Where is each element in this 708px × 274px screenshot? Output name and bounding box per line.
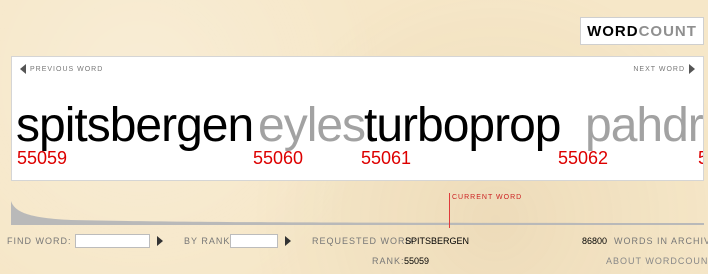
word-panel: PREVIOUS WORD NEXT WORD spitsbergen 5505… <box>11 56 704 181</box>
controls-bar: FIND WORD: BY RANK: REQUESTED WORD: SPIT… <box>0 232 708 274</box>
word-item[interactable]: pahdra <box>585 102 703 150</box>
archive-label: WORDS IN ARCHIVE <box>614 236 708 246</box>
logo-count: COUNT <box>638 22 697 40</box>
current-word-marker <box>449 193 450 228</box>
word-rank: 55060 <box>253 148 304 168</box>
word-rank: 55059 <box>17 148 68 168</box>
frequency-curve <box>11 201 704 225</box>
find-word-label: FIND WORD: <box>7 236 72 246</box>
word-item[interactable]: eyles <box>258 102 366 150</box>
archive-count: 86800 <box>582 236 608 246</box>
by-rank-label: BY RANK: <box>184 236 234 246</box>
find-word-input[interactable] <box>75 234 150 248</box>
word-rank-partial: 5 <box>698 149 703 167</box>
word-rank: 55061 <box>361 148 412 168</box>
rank-go-icon[interactable] <box>285 236 291 246</box>
word-item[interactable]: turboprop <box>364 102 561 150</box>
requested-word-label: REQUESTED WORD: <box>312 236 417 246</box>
word-item[interactable]: spitsbergen <box>16 102 254 150</box>
requested-word-value: SPITSBERGEN <box>405 236 470 246</box>
rank-info-label: RANK: <box>372 256 405 266</box>
logo-word: WORD <box>587 22 639 40</box>
word-strip: spitsbergen 55059 eyles 55060 turboprop … <box>12 57 703 180</box>
wordcount-logo[interactable]: WORD COUNT <box>580 17 704 45</box>
find-go-icon[interactable] <box>157 236 163 246</box>
word-rank: 55062 <box>558 148 609 168</box>
about-wordcount-link[interactable]: ABOUT WORDCOUNT <box>606 256 708 266</box>
rank-info-value: 55059 <box>404 256 430 266</box>
current-word-label: CURRENT WORD <box>452 194 523 201</box>
by-rank-input[interactable] <box>230 234 278 248</box>
